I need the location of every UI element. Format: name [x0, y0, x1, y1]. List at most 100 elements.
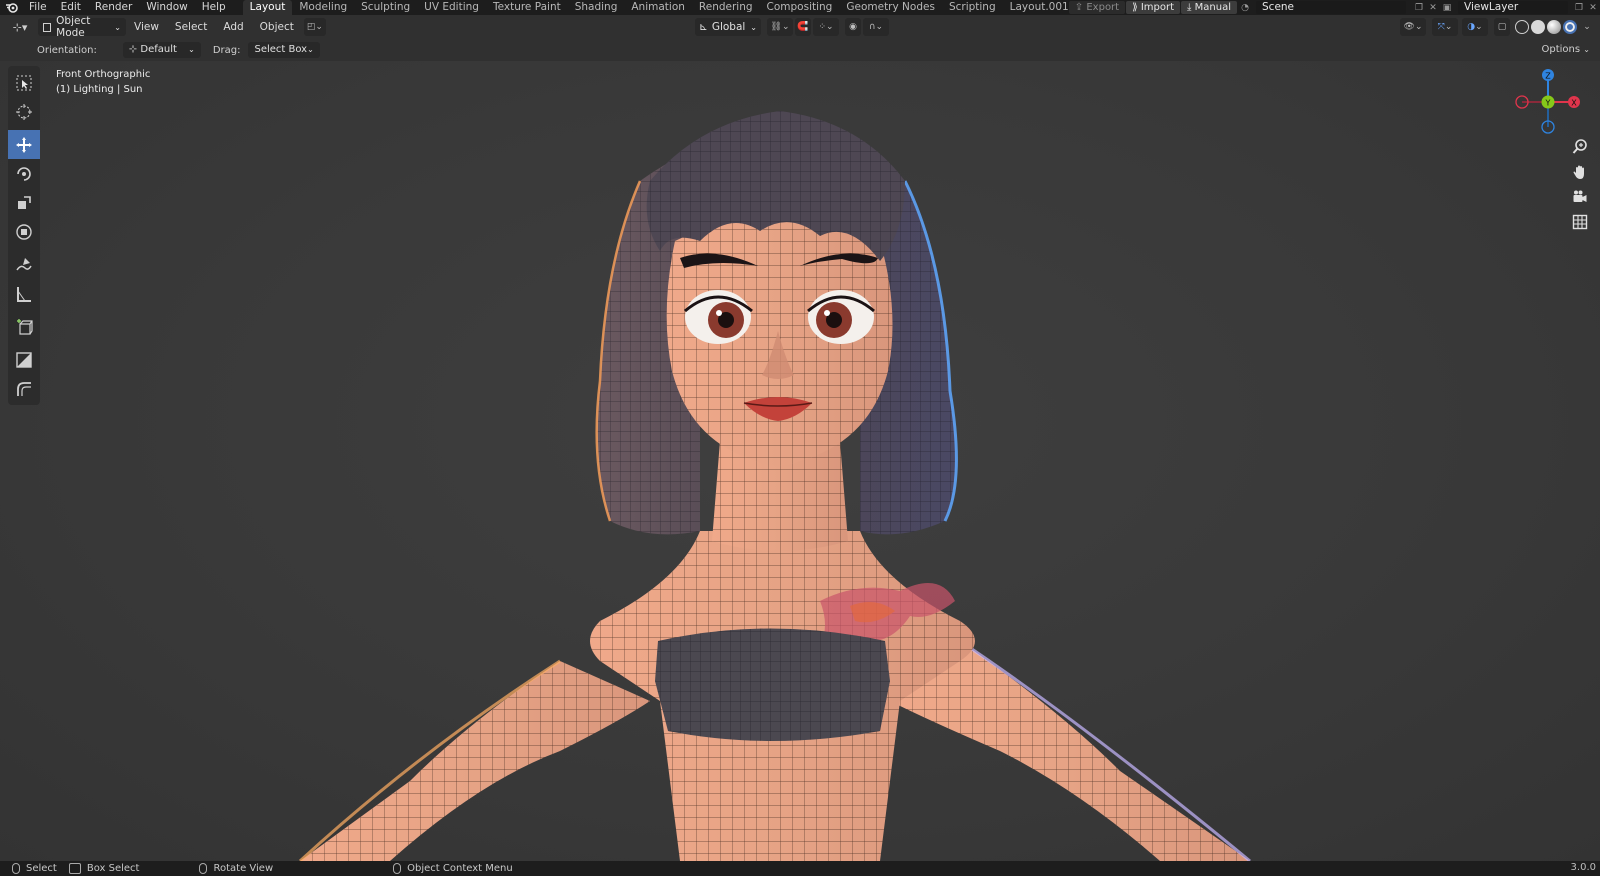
transform-orientation-dropdown[interactable]: ⊾ Global ⌄: [695, 18, 761, 36]
bevel-icon: [17, 381, 31, 396]
menu-add[interactable]: Add: [215, 21, 251, 33]
menu-file[interactable]: File: [22, 0, 54, 15]
remove-scene-icon[interactable]: ✕: [1426, 1, 1440, 14]
import-label: Import: [1140, 2, 1175, 13]
material-preview-icon[interactable]: [1547, 20, 1561, 34]
snap-target-icon[interactable]: ⁘⌄: [813, 18, 839, 36]
falloff-icon[interactable]: ∩⌄: [863, 18, 889, 36]
orientation-value: Default: [140, 44, 177, 55]
pivot-point-icon[interactable]: ⛓⌄: [767, 18, 793, 36]
chevron-down-icon[interactable]: ⌄: [1580, 18, 1594, 36]
tab-modeling[interactable]: Modeling: [292, 0, 354, 15]
middle-mouse-icon: [199, 863, 208, 874]
visibility-icon[interactable]: 👁⌄: [1400, 18, 1426, 36]
drag-dropdown[interactable]: Select Box⌄: [248, 42, 320, 58]
tab-uv-editing[interactable]: UV Editing: [417, 0, 486, 15]
view-name: Front Orthographic: [56, 69, 151, 80]
move-tool[interactable]: [8, 130, 40, 159]
tab-texture-paint[interactable]: Texture Paint: [486, 0, 568, 15]
status-context-menu: Object Context Menu: [393, 863, 513, 874]
view-layer-field[interactable]: ViewLayer: [1458, 1, 1568, 14]
add-cube-tool[interactable]: [8, 312, 40, 341]
mode-dropdown[interactable]: Object Mode ⌄: [38, 15, 126, 39]
scene-icon[interactable]: ◔: [1238, 1, 1252, 14]
tab-sculpting[interactable]: Sculpting: [354, 0, 417, 15]
camera-view-button[interactable]: [1569, 186, 1591, 208]
options-button[interactable]: Options ⌄: [1542, 42, 1590, 58]
mesh-tool-2[interactable]: [8, 374, 40, 403]
transform-icon: [16, 223, 32, 240]
remove-view-layer-icon[interactable]: ✕: [1586, 1, 1600, 14]
tab-animation[interactable]: Animation: [624, 0, 692, 15]
blender-logo-icon[interactable]: [0, 0, 22, 15]
menu-help[interactable]: Help: [195, 0, 233, 15]
rendered-shading-icon[interactable]: [1563, 20, 1577, 34]
tab-scripting[interactable]: Scripting: [942, 0, 1003, 15]
shading-modes: [1514, 20, 1578, 34]
tab-layout[interactable]: Layout: [242, 0, 293, 15]
import-button[interactable]: ⟫ Import: [1126, 1, 1181, 14]
status-bar: Select Box Select Rotate View Object Con…: [0, 861, 1600, 876]
annotate-tool[interactable]: [8, 250, 40, 279]
orientation-label: Global: [711, 21, 746, 33]
view-layer-icon[interactable]: ▣: [1440, 1, 1454, 14]
transform-tools: ⊾ Global ⌄ ⛓⌄ 🧲 ⁘⌄ ◉ ∩⌄: [695, 18, 889, 36]
orientation-dropdown[interactable]: ⊹ Default ⌄: [122, 42, 201, 58]
tab-geometry-nodes[interactable]: Geometry Nodes: [839, 0, 942, 15]
tab-rendering[interactable]: Rendering: [692, 0, 760, 15]
3d-viewport[interactable]: Front Orthographic (1) Lighting | Sun: [0, 61, 1600, 861]
scale-tool[interactable]: [8, 188, 40, 217]
select-mode-icon[interactable]: ◰⌄: [303, 18, 326, 36]
tab-shading[interactable]: Shading: [568, 0, 625, 15]
gizmo-x-label: X: [1571, 99, 1577, 108]
tab-compositing[interactable]: Compositing: [760, 0, 840, 15]
editor-type-icon[interactable]: ⊹▾: [6, 18, 34, 36]
menu-select[interactable]: Select: [167, 21, 215, 33]
proportional-edit-icon[interactable]: ◉: [845, 18, 861, 36]
mode-label: Object Mode: [56, 15, 91, 39]
solid-shading-icon[interactable]: [1531, 20, 1545, 34]
status-select: Select: [12, 863, 57, 874]
top-right-controls: ⇪ Export ⟫ Import ⤓ Manual ◔ Scene ❐ ✕ ▣…: [1068, 0, 1600, 15]
mesh-tool-1[interactable]: [8, 345, 40, 374]
gizmo-toggle-icon[interactable]: ⤧ ⌄: [1432, 18, 1458, 36]
drag-label: Drag:: [212, 44, 241, 56]
manual-button[interactable]: ⤓ Manual: [1181, 1, 1237, 14]
rotate-tool[interactable]: [8, 159, 40, 188]
manual-label: Manual: [1194, 2, 1231, 13]
export-button[interactable]: ⇪ Export: [1068, 1, 1126, 14]
status-rotate-label: Rotate View: [213, 863, 274, 874]
tab-layout-001[interactable]: Layout.001: [1003, 0, 1076, 15]
tool-settings-bar: Orientation: ⊹ Default ⌄ Drag: Select Box…: [0, 39, 1600, 61]
hand-icon: [1573, 165, 1584, 179]
select-box-icon: [16, 75, 32, 90]
scene-field[interactable]: Scene: [1256, 1, 1406, 14]
xray-toggle-icon[interactable]: ▢: [1494, 18, 1510, 36]
menu-view[interactable]: View: [126, 21, 167, 33]
orientation-icon: ⊾: [699, 21, 708, 33]
menu-edit[interactable]: Edit: [54, 0, 88, 15]
zoom-view-button[interactable]: [1569, 136, 1591, 158]
grid-icon: [1572, 214, 1588, 230]
export-label: Export: [1086, 2, 1120, 13]
menu-object[interactable]: Object: [252, 21, 302, 33]
cursor-icon: [16, 103, 32, 120]
wireframe-shading-icon[interactable]: [1515, 20, 1529, 34]
pan-view-button[interactable]: [1569, 161, 1591, 183]
tool-shelf: [8, 66, 40, 405]
transform-tool[interactable]: [8, 217, 40, 246]
overlay-toggle-icon[interactable]: ◑ ⌄: [1462, 18, 1488, 36]
select-box-tool[interactable]: [8, 68, 40, 97]
snap-toggle-icon[interactable]: 🧲: [795, 18, 811, 36]
navigation-gizmo[interactable]: Z X Y: [1508, 65, 1588, 135]
main-menu: File Edit Render Window Help: [22, 0, 233, 15]
new-scene-icon[interactable]: ❐: [1412, 1, 1426, 14]
collection-info: (1) Lighting | Sun: [56, 84, 143, 95]
measure-tool[interactable]: [8, 279, 40, 308]
cursor-tool[interactable]: [8, 97, 40, 126]
new-view-layer-icon[interactable]: ❐: [1572, 1, 1586, 14]
annotate-icon: [16, 257, 32, 270]
menu-render[interactable]: Render: [88, 0, 139, 15]
menu-window[interactable]: Window: [139, 0, 194, 15]
ortho-toggle-button[interactable]: [1569, 211, 1591, 233]
